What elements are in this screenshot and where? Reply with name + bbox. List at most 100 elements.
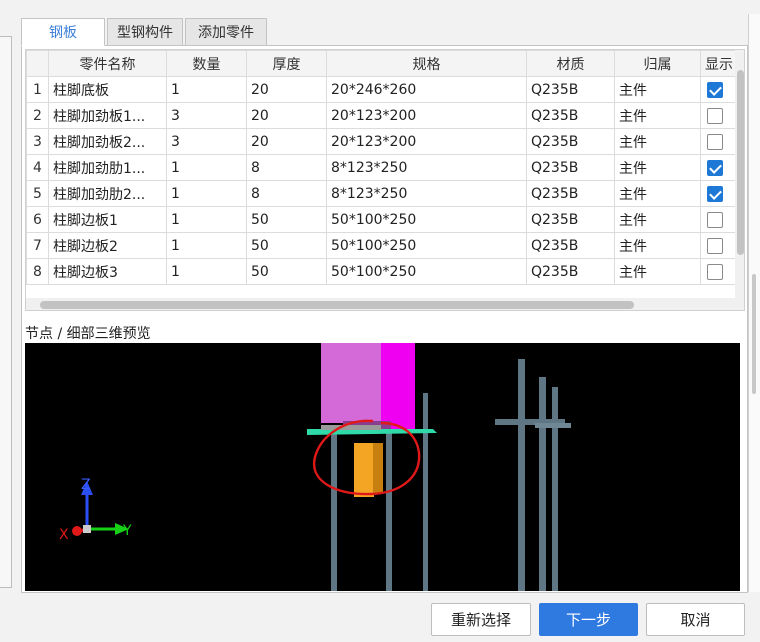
table-cell-thick: 20 — [246, 102, 327, 129]
table-cell-no: 3 — [26, 128, 49, 155]
table-row[interactable]: 8 柱脚边板3 1 50 50*100*250 Q235B 主件 — [26, 258, 744, 285]
window-scrollbar-thumb[interactable] — [752, 274, 756, 394]
table-cell-thick: 20 — [246, 76, 327, 103]
table-header-row: 零件名称 数量 厚度 规格 材质 归属 显示 — [26, 50, 744, 77]
table-cell-no: 5 — [26, 180, 49, 207]
preview-label: 节点 / 细部三维预览 — [25, 326, 151, 342]
table-body: 1 柱脚底板 1 20 20*246*260 Q235B 主件 2 柱脚加劲板1... 3 20 20… — [26, 76, 744, 285]
table-row[interactable]: 7 柱脚边板2 1 50 50*100*250 Q235B 主件 — [26, 232, 744, 259]
table-cell-owner: 主件 — [614, 102, 701, 129]
left-panel-edge — [0, 36, 12, 588]
tab-add-part[interactable]: 添加零件 — [185, 18, 267, 46]
table-cell-mat: Q235B — [526, 232, 615, 259]
table-cell-qty: 1 — [166, 180, 247, 207]
col-header-quantity[interactable]: 数量 — [166, 50, 247, 77]
table-horizontal-scroll-thumb[interactable] — [40, 301, 634, 309]
anchor-rod — [539, 377, 546, 591]
table-vertical-scrollbar[interactable] — [735, 50, 744, 300]
anchor-rod — [331, 433, 337, 591]
table-cell-qty: 1 — [166, 154, 247, 181]
show-checkbox[interactable] — [707, 237, 723, 254]
table-horizontal-scrollbar[interactable] — [26, 298, 744, 310]
table-vertical-scroll-thumb[interactable] — [737, 70, 744, 255]
table-cell-name: 柱脚加劲肋1... — [48, 154, 167, 181]
table-cell-mat: Q235B — [526, 206, 615, 233]
col-header-thickness[interactable]: 厚度 — [246, 50, 327, 77]
3d-preview-scene: Z Y X — [59, 343, 571, 591]
show-checkbox[interactable] — [707, 263, 723, 280]
table-cell-owner: 主件 — [614, 180, 701, 207]
tab-section-steel[interactable]: 型钢构件 — [107, 18, 183, 46]
table-cell-qty: 1 — [166, 206, 247, 233]
table-cell-no: 8 — [26, 258, 49, 285]
show-checkbox[interactable] — [707, 81, 723, 98]
table-row[interactable]: 3 柱脚加劲板2... 3 20 20*123*200 Q235B 主件 — [26, 128, 744, 155]
rod-crossbar — [535, 423, 571, 428]
table-cell-spec: 50*100*250 — [326, 232, 527, 259]
tab-content-panel: 零件名称 数量 厚度 规格 材质 归属 显示 1 柱脚底板 1 20 20*246*26… — [21, 45, 748, 593]
table-cell-thick: 50 — [246, 232, 327, 259]
show-checkbox[interactable] — [707, 159, 723, 176]
table-cell-no: 6 — [26, 206, 49, 233]
show-checkbox[interactable] — [707, 107, 723, 124]
table-cell-spec: 20*123*200 — [326, 128, 527, 155]
anchor-rod — [423, 393, 428, 591]
col-header-part-name[interactable]: 零件名称 — [48, 50, 167, 77]
anchor-rod — [518, 359, 525, 591]
table-row[interactable]: 5 柱脚加劲肋2... 1 8 8*123*250 Q235B 主件 — [26, 180, 744, 207]
steel-column-side — [381, 343, 415, 429]
table-row[interactable]: 1 柱脚底板 1 20 20*246*260 Q235B 主件 — [26, 76, 744, 103]
table-cell-spec: 8*123*250 — [326, 180, 527, 207]
table-cell-owner: 主件 — [614, 206, 701, 233]
table-row[interactable]: 6 柱脚边板1 1 50 50*100*250 Q235B 主件 — [26, 206, 744, 233]
table-cell-name: 柱脚加劲肋2... — [48, 180, 167, 207]
window-scrollbar[interactable] — [748, 14, 760, 592]
table-cell-name: 柱脚加劲板2... — [48, 128, 167, 155]
table-cell-spec: 50*100*250 — [326, 206, 527, 233]
table-row[interactable]: 4 柱脚加劲肋1... 1 8 8*123*250 Q235B 主件 — [26, 154, 744, 181]
table-cell-qty: 1 — [166, 76, 247, 103]
steel-column — [321, 343, 385, 423]
table-cell-owner: 主件 — [614, 76, 701, 103]
parts-table: 零件名称 数量 厚度 规格 材质 归属 显示 1 柱脚底板 1 20 20*246*26… — [25, 49, 745, 311]
table-cell-qty: 3 — [166, 128, 247, 155]
reselect-button[interactable]: 重新选择 — [431, 603, 531, 636]
table-cell-thick: 20 — [246, 128, 327, 155]
anchor-rod — [386, 433, 392, 591]
axis-y-label: Y — [122, 523, 132, 539]
axis-gizmo: Z Y X — [59, 477, 132, 543]
table-cell-mat: Q235B — [526, 102, 615, 129]
next-step-button[interactable]: 下一步 — [539, 603, 638, 636]
cancel-button[interactable]: 取消 — [646, 603, 745, 636]
table-cell-mat: Q235B — [526, 154, 615, 181]
table-cell-thick: 50 — [246, 258, 327, 285]
table-cell-owner: 主件 — [614, 258, 701, 285]
stiffener-plate — [354, 443, 374, 497]
tab-steel-plate[interactable]: 钢板 — [21, 18, 105, 46]
col-header-row-number — [26, 50, 49, 77]
table-cell-owner: 主件 — [614, 128, 701, 155]
show-checkbox[interactable] — [707, 211, 723, 228]
table-cell-qty: 1 — [166, 258, 247, 285]
table-cell-thick: 8 — [246, 154, 327, 181]
table-cell-owner: 主件 — [614, 232, 701, 259]
col-header-owner[interactable]: 归属 — [614, 50, 701, 77]
table-cell-mat: Q235B — [526, 258, 615, 285]
table-cell-no: 4 — [26, 154, 49, 181]
col-header-material[interactable]: 材质 — [526, 50, 615, 77]
table-cell-owner: 主件 — [614, 154, 701, 181]
show-checkbox[interactable] — [707, 133, 723, 150]
table-cell-thick: 50 — [246, 206, 327, 233]
table-row[interactable]: 2 柱脚加劲板1... 3 20 20*123*200 Q235B 主件 — [26, 102, 744, 129]
table-cell-no: 2 — [26, 102, 49, 129]
table-cell-name: 柱脚边板2 — [48, 232, 167, 259]
table-cell-mat: Q235B — [526, 180, 615, 207]
show-checkbox[interactable] — [707, 185, 723, 202]
table-cell-spec: 50*100*250 — [326, 258, 527, 285]
table-cell-qty: 1 — [166, 232, 247, 259]
table-cell-spec: 20*246*260 — [326, 76, 527, 103]
tab-bar: 钢板 型钢构件 添加零件 — [21, 18, 269, 46]
col-header-spec[interactable]: 规格 — [326, 50, 527, 77]
3d-preview-viewport[interactable]: Z Y X — [25, 343, 740, 591]
table-cell-mat: Q235B — [526, 128, 615, 155]
